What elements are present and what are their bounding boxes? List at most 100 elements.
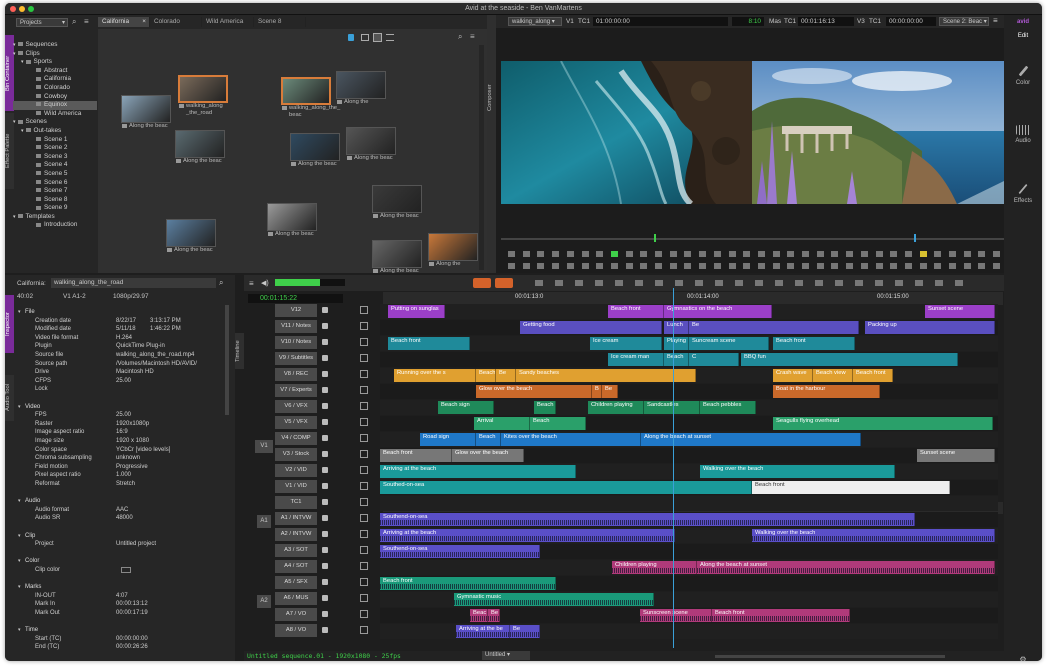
transport-button[interactable] bbox=[508, 263, 515, 269]
search-icon[interactable]: ⌕ bbox=[72, 17, 76, 27]
transport-button[interactable] bbox=[963, 263, 971, 269]
track-selector[interactable]: A4 / SOT bbox=[275, 560, 317, 573]
bin-tree-item[interactable]: Abstract bbox=[13, 67, 97, 76]
transport-button[interactable] bbox=[787, 263, 795, 269]
clip-thumbnail[interactable]: Along the beac bbox=[372, 185, 422, 220]
clip-thumbnail[interactable]: Along the beac bbox=[175, 130, 225, 165]
bin-tree-item[interactable]: Scene 9 bbox=[13, 204, 97, 213]
transport-button[interactable] bbox=[831, 251, 839, 257]
transport-button[interactable] bbox=[934, 251, 942, 257]
timeline-tool-button[interactable] bbox=[735, 280, 743, 286]
timeline-tool-button[interactable] bbox=[615, 280, 623, 286]
transport-button[interactable] bbox=[640, 263, 648, 269]
transport-button[interactable] bbox=[846, 263, 854, 269]
transport-button[interactable] bbox=[552, 263, 560, 269]
workspace-edit[interactable]: Edit bbox=[1004, 33, 1042, 39]
transport-button[interactable] bbox=[699, 263, 707, 269]
timeline-tool-button[interactable] bbox=[815, 280, 823, 286]
timeline-tool-button[interactable] bbox=[595, 280, 603, 286]
settings-icon[interactable]: ⚙ bbox=[1004, 655, 1042, 661]
clip-thumbnail[interactable]: Along the beac bbox=[166, 219, 216, 254]
inspector-search-icon[interactable]: ⌕ bbox=[219, 278, 223, 288]
list-view-icon[interactable] bbox=[386, 34, 394, 41]
clip-color-swatch[interactable] bbox=[121, 567, 131, 573]
bin-tree-item[interactable]: ▾ Clips bbox=[13, 50, 97, 59]
bin-search-icon[interactable]: ⌕ bbox=[458, 32, 462, 42]
timeline-tool-button[interactable] bbox=[695, 280, 703, 286]
bin-tree-item[interactable]: Scene 5 bbox=[13, 170, 97, 179]
clip-thumbnail[interactable]: Along the bbox=[428, 233, 478, 268]
workspace-effects[interactable]: Effects bbox=[1004, 183, 1042, 204]
transport-button[interactable] bbox=[949, 263, 956, 269]
transport-button[interactable] bbox=[860, 263, 868, 269]
clip-thumbnail[interactable]: Along the beac bbox=[372, 240, 422, 273]
transport-button[interactable] bbox=[743, 251, 751, 257]
record-position-bar[interactable] bbox=[752, 238, 1004, 240]
transport-button[interactable] bbox=[581, 263, 589, 269]
source-position-bar[interactable] bbox=[501, 238, 752, 240]
transport-button[interactable] bbox=[581, 251, 589, 257]
transport-button[interactable] bbox=[537, 263, 545, 269]
transport-button[interactable] bbox=[625, 263, 633, 269]
disclosure-triangle-icon[interactable]: ▾ bbox=[21, 59, 24, 65]
timeline-tool-button[interactable] bbox=[875, 280, 883, 286]
disclosure-triangle-icon[interactable]: ▾ bbox=[21, 128, 24, 134]
record-position-indicator[interactable] bbox=[914, 234, 916, 242]
track-selector[interactable]: V11 / Notes bbox=[275, 320, 317, 333]
bin-tree-item[interactable]: Scene 6 bbox=[13, 179, 97, 188]
clip-thumbnail[interactable]: Along the beac bbox=[121, 95, 171, 130]
transport-button[interactable] bbox=[993, 251, 1001, 257]
transport-button[interactable] bbox=[772, 263, 780, 269]
source-clip-dropdown[interactable]: walking_along ▾ bbox=[508, 17, 562, 26]
transport-button[interactable] bbox=[669, 251, 677, 257]
frame-view-icon[interactable] bbox=[361, 34, 369, 41]
transport-button[interactable] bbox=[743, 263, 751, 269]
transport-button[interactable] bbox=[787, 251, 795, 257]
transport-button[interactable] bbox=[860, 251, 868, 257]
transport-button[interactable] bbox=[816, 263, 824, 269]
inspector-section[interactable]: ▾ Clip bbox=[5, 532, 230, 540]
transport-button[interactable] bbox=[757, 251, 765, 257]
tab-wild-america[interactable]: Wild America bbox=[202, 17, 254, 27]
transport-button[interactable] bbox=[831, 263, 839, 269]
transport-button[interactable] bbox=[890, 251, 898, 257]
track-selector[interactable]: A2 / INTVW bbox=[275, 528, 317, 541]
timeline-tool-button[interactable] bbox=[775, 280, 783, 286]
timeline-tool-button[interactable] bbox=[915, 280, 923, 286]
bin-tree-item[interactable]: California bbox=[13, 75, 97, 84]
disclosure-triangle-icon[interactable]: ▾ bbox=[13, 51, 16, 57]
inspector-section[interactable]: ▾ Marks bbox=[5, 583, 230, 591]
disclosure-triangle-icon[interactable]: ▾ bbox=[18, 497, 21, 505]
transport-button[interactable] bbox=[508, 251, 515, 257]
speaker-icon[interactable]: ◀) bbox=[261, 279, 269, 287]
track-selector[interactable]: V7 / Experts bbox=[275, 384, 317, 397]
bin-tree-item[interactable]: Scene 7 bbox=[13, 187, 97, 196]
timeline-tool-button[interactable] bbox=[655, 280, 663, 286]
bin-tree-item[interactable]: Introduction bbox=[13, 221, 97, 230]
clip-thumbnail[interactable]: Along the bbox=[336, 71, 386, 106]
transport-button[interactable] bbox=[684, 263, 692, 269]
track-selector[interactable]: A7 / VO bbox=[275, 608, 317, 621]
transport-button[interactable] bbox=[610, 251, 618, 257]
bin-select-dropdown[interactable]: Untitled ▾ bbox=[482, 651, 530, 660]
timeline-scrollbar[interactable] bbox=[715, 655, 945, 658]
track-selector[interactable]: A5 / SFX bbox=[275, 576, 317, 589]
bin-tree-item[interactable]: ▾ Out-takes bbox=[13, 127, 97, 136]
track-selector[interactable]: V1 / VID bbox=[275, 480, 317, 493]
transport-button[interactable] bbox=[875, 263, 883, 269]
transport-button[interactable] bbox=[919, 251, 927, 257]
transport-button[interactable] bbox=[640, 251, 648, 257]
transport-button[interactable] bbox=[537, 251, 545, 257]
transport-button[interactable] bbox=[978, 263, 986, 269]
composer-menu-icon[interactable]: ≡ bbox=[993, 16, 998, 25]
bin-tree-item[interactable]: Scene 2 bbox=[13, 144, 97, 153]
tab-scene-8[interactable]: Scene 8 bbox=[254, 17, 306, 27]
disclosure-triangle-icon[interactable]: ▾ bbox=[18, 557, 21, 565]
bin-scrollbar[interactable] bbox=[479, 45, 484, 270]
transport-button[interactable] bbox=[919, 263, 927, 269]
source-position-indicator[interactable] bbox=[654, 234, 656, 242]
projects-dropdown[interactable]: Projects ▾ bbox=[16, 18, 68, 27]
transport-button[interactable] bbox=[552, 251, 560, 257]
clip-thumbnail[interactable]: Along the beac bbox=[267, 203, 317, 238]
inspector-section[interactable]: ▾ Audio bbox=[5, 497, 230, 505]
